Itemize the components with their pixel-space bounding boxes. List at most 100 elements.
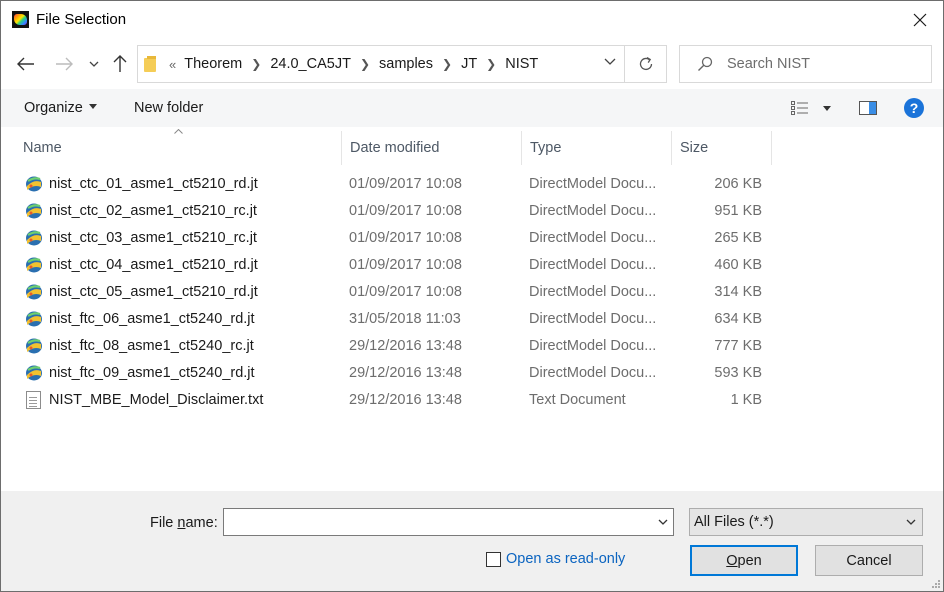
jt-file-icon	[25, 229, 43, 247]
file-size: 314 KB	[714, 284, 762, 300]
file-size: 777 KB	[714, 338, 762, 354]
jt-file-icon	[25, 202, 43, 220]
file-size: 1 KB	[730, 392, 762, 408]
file-size: 634 KB	[714, 311, 762, 327]
search-box[interactable]: Search NIST	[679, 45, 932, 83]
file-row[interactable]: nist_ctc_02_asme1_ct5210_rc.jt 01/09/2017…	[15, 198, 775, 225]
chevron-right-icon[interactable]: ❯	[251, 57, 261, 71]
file-name-input[interactable]	[223, 508, 674, 536]
cancel-button[interactable]: Cancel	[815, 545, 923, 576]
file-date-modified: 01/09/2017 10:08	[349, 257, 462, 273]
arrow-right-icon	[56, 57, 73, 71]
new-folder-button[interactable]: New folder	[134, 100, 203, 116]
search-placeholder: Search NIST	[727, 56, 810, 72]
file-date-modified: 29/12/2016 13:48	[349, 338, 462, 354]
file-name: NIST_MBE_Model_Disclaimer.txt	[49, 392, 264, 408]
read-only-checkbox[interactable]	[486, 551, 501, 567]
column-header-type[interactable]: Type	[522, 131, 672, 165]
column-headers: Name Date modified Type Size	[15, 129, 773, 165]
chevron-down-icon[interactable]	[658, 519, 668, 525]
file-type: Text Document	[529, 392, 626, 408]
file-row[interactable]: nist_ctc_01_asme1_ct5210_rd.jt 01/09/2017…	[15, 171, 775, 198]
read-only-label[interactable]: Open as read-only	[506, 551, 625, 567]
jt-file-icon	[25, 337, 43, 355]
chevron-down-icon	[906, 519, 916, 525]
jt-file-icon	[25, 283, 43, 301]
breadcrumb-samples[interactable]: samples	[379, 56, 433, 72]
file-row[interactable]: nist_ftc_08_asme1_ct5240_rc.jt 29/12/2016…	[15, 333, 775, 360]
file-name: nist_ctc_03_asme1_ct5210_rc.jt	[49, 230, 257, 246]
column-header-size[interactable]: Size	[672, 131, 772, 165]
file-name: nist_ftc_08_asme1_ct5240_rc.jt	[49, 338, 254, 354]
breadcrumb-nist[interactable]: NIST	[505, 56, 538, 72]
file-type: DirectModel Docu...	[529, 311, 657, 327]
file-row[interactable]: NIST_MBE_Model_Disclaimer.txt 29/12/2016 …	[15, 387, 775, 414]
file-row[interactable]: nist_ctc_03_asme1_ct5210_rc.jt 01/09/2017…	[15, 225, 775, 252]
file-list: Name Date modified Type Size nist_ctc_01…	[1, 127, 943, 491]
chevron-right-icon[interactable]: ❯	[442, 57, 452, 71]
file-date-modified: 01/09/2017 10:08	[349, 203, 462, 219]
organize-label: Organize	[24, 100, 83, 116]
file-row[interactable]: nist_ftc_09_asme1_ct5240_rd.jt 29/12/2016…	[15, 360, 775, 387]
up-button[interactable]	[109, 43, 131, 85]
chevron-right-icon[interactable]: ❯	[360, 57, 370, 71]
file-date-modified: 29/12/2016 13:48	[349, 392, 462, 408]
file-type: DirectModel Docu...	[529, 176, 657, 192]
file-type: DirectModel Docu...	[529, 284, 657, 300]
command-bar: Organize New folder ?	[1, 89, 943, 127]
breadcrumb-overflow[interactable]: «	[169, 57, 176, 72]
open-button[interactable]: Open	[690, 545, 798, 576]
preview-pane-icon	[859, 101, 877, 115]
jt-file-icon	[25, 364, 43, 382]
file-name: nist_ftc_09_asme1_ct5240_rd.jt	[49, 365, 255, 381]
file-size: 460 KB	[714, 257, 762, 273]
back-button[interactable]	[11, 43, 41, 85]
breadcrumb-theorem[interactable]: Theorem	[184, 56, 242, 72]
file-type-filter[interactable]: All Files (*.*)	[689, 508, 923, 536]
file-date-modified: 31/05/2018 11:03	[349, 311, 461, 327]
details-view-icon	[791, 101, 808, 115]
file-type-filter-value: All Files (*.*)	[694, 514, 774, 530]
jt-file-icon	[25, 256, 43, 274]
file-name: nist_ctc_01_asme1_ct5210_rd.jt	[49, 176, 258, 192]
file-name: nist_ctc_05_asme1_ct5210_rd.jt	[49, 284, 258, 300]
file-date-modified: 29/12/2016 13:48	[349, 365, 462, 381]
resize-grip-icon[interactable]	[931, 579, 941, 589]
file-type: DirectModel Docu...	[529, 230, 657, 246]
close-button[interactable]	[897, 1, 943, 39]
jt-file-icon	[25, 175, 43, 193]
refresh-button[interactable]	[625, 45, 667, 83]
file-name: nist_ctc_04_asme1_ct5210_rd.jt	[49, 257, 258, 273]
breadcrumb-24-0-ca5jt[interactable]: 24.0_CA5JT	[270, 56, 351, 72]
file-name-label: File name:	[150, 515, 218, 531]
title-bar: File Selection	[1, 1, 943, 39]
recent-locations-button[interactable]	[85, 43, 103, 85]
preview-pane-button[interactable]	[859, 101, 877, 118]
forward-button[interactable]	[51, 43, 77, 85]
file-size: 206 KB	[714, 176, 762, 192]
column-header-date-modified[interactable]: Date modified	[342, 131, 522, 165]
file-date-modified: 01/09/2017 10:08	[349, 230, 462, 246]
text-file-icon	[26, 391, 41, 409]
file-date-modified: 01/09/2017 10:08	[349, 176, 462, 192]
chevron-right-icon[interactable]: ❯	[486, 57, 496, 71]
file-row[interactable]: nist_ctc_05_asme1_ct5210_rd.jt 01/09/2017…	[15, 279, 775, 306]
organize-button[interactable]: Organize	[24, 100, 97, 116]
change-view-button[interactable]	[791, 101, 831, 115]
refresh-icon	[639, 56, 652, 71]
file-rows: nist_ctc_01_asme1_ct5210_rd.jt 01/09/2017…	[15, 171, 775, 414]
file-size: 593 KB	[714, 365, 762, 381]
address-history-dropdown-icon[interactable]	[604, 58, 616, 65]
folder-icon	[143, 56, 157, 72]
file-row[interactable]: nist_ctc_04_asme1_ct5210_rd.jt 01/09/2017…	[15, 252, 775, 279]
chevron-down-icon	[89, 61, 99, 67]
column-header-name[interactable]: Name	[15, 131, 342, 165]
file-row[interactable]: nist_ftc_06_asme1_ct5240_rd.jt 31/05/2018…	[15, 306, 775, 333]
address-bar[interactable]: « Theorem ❯ 24.0_CA5JT ❯ samples ❯ JT ❯ …	[137, 45, 625, 83]
read-only-option[interactable]: Open as read-only	[486, 551, 625, 567]
breadcrumb-jt[interactable]: JT	[461, 56, 477, 72]
file-name: nist_ftc_06_asme1_ct5240_rd.jt	[49, 311, 255, 327]
file-type: DirectModel Docu...	[529, 257, 657, 273]
file-size: 265 KB	[714, 230, 762, 246]
help-button[interactable]: ?	[904, 98, 924, 118]
